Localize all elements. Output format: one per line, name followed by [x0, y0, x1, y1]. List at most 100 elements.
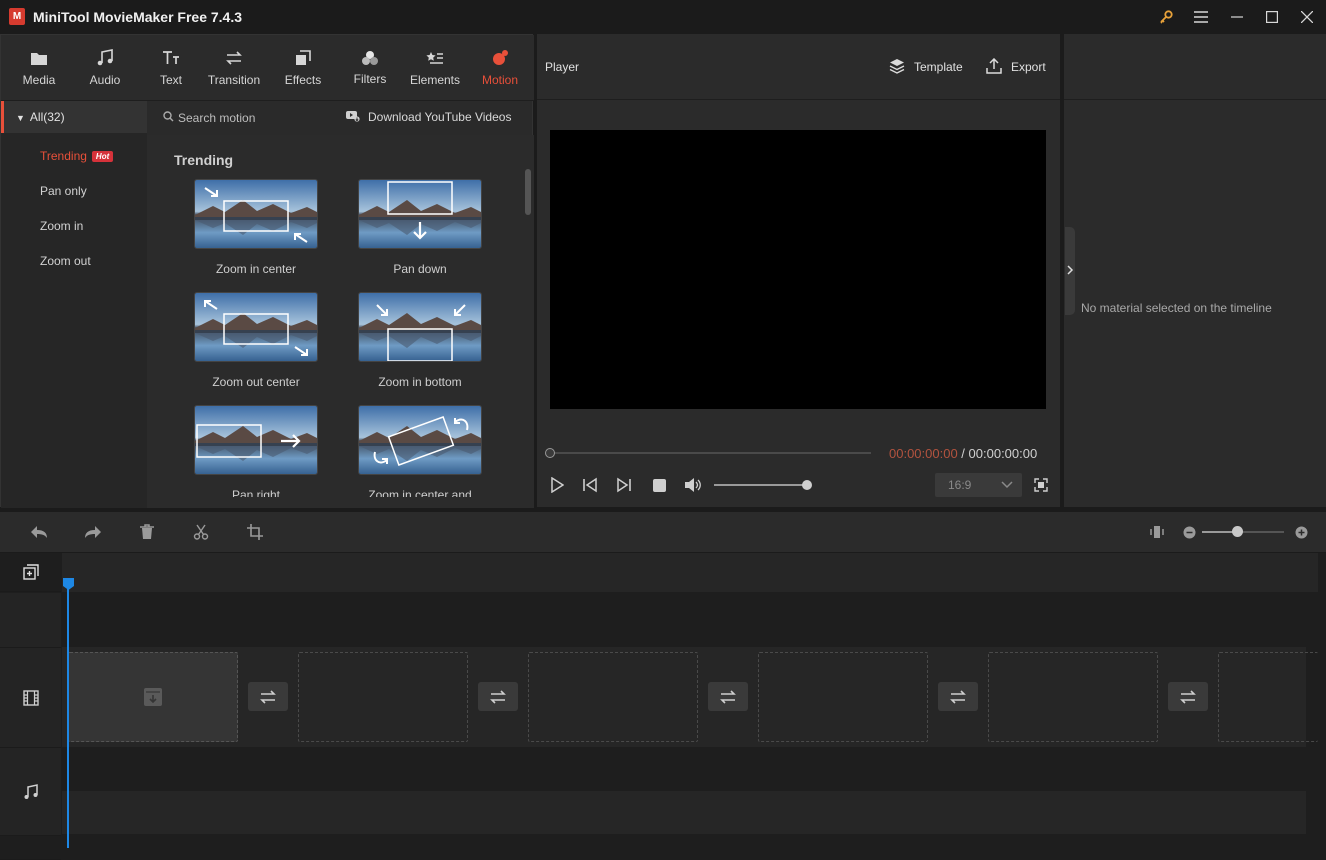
- clip-drop-zone[interactable]: [68, 652, 238, 742]
- aspect-ratio-select[interactable]: 16:9: [935, 473, 1022, 497]
- volume-handle[interactable]: [802, 480, 812, 490]
- playhead-handle[interactable]: [62, 577, 75, 591]
- swap-icon: [720, 689, 736, 704]
- aspect-ratio-value: 16:9: [948, 478, 972, 492]
- music-note-icon: [24, 783, 38, 799]
- stop-button[interactable]: [653, 479, 666, 492]
- menu-icon[interactable]: [1184, 0, 1218, 34]
- transition-slot[interactable]: [1168, 682, 1208, 711]
- player-header: Player Template Export: [537, 34, 1060, 100]
- transition-slot[interactable]: [938, 682, 978, 711]
- tab-elements-label: Elements: [409, 73, 461, 87]
- properties-panel: No material selected on the timeline: [1064, 34, 1326, 507]
- audio-track-header: [0, 748, 61, 836]
- category-all[interactable]: ▼ All(32): [1, 101, 147, 133]
- category-zoom-in[interactable]: Zoom in: [40, 219, 83, 233]
- clip-slot[interactable]: [528, 652, 698, 742]
- volume-slider[interactable]: [714, 484, 806, 486]
- key-icon[interactable]: [1149, 0, 1183, 34]
- delete-button[interactable]: [139, 524, 155, 540]
- transition-slot[interactable]: [248, 682, 288, 711]
- motion-thumb-zoom-out-center[interactable]: [194, 292, 318, 362]
- next-frame-button[interactable]: [617, 477, 631, 493]
- export-icon: [986, 58, 1002, 74]
- motion-label: Pan right: [231, 488, 281, 497]
- undo-button[interactable]: [30, 525, 48, 539]
- clip-slot[interactable]: [988, 652, 1158, 742]
- tab-text[interactable]: Text: [139, 35, 203, 101]
- tab-filters-label: Filters: [353, 72, 387, 86]
- search-bar: Search motion Download YouTube Videos: [147, 101, 534, 135]
- add-track-button[interactable]: [0, 553, 61, 592]
- chevron-right-icon: [1066, 265, 1074, 275]
- triangle-down-icon: ▼: [16, 113, 25, 123]
- swap-icon: [1180, 689, 1196, 704]
- tab-motion[interactable]: Motion: [468, 35, 532, 101]
- fit-timeline-button[interactable]: [1149, 524, 1165, 540]
- folder-icon: [7, 48, 71, 68]
- clip-slot[interactable]: [758, 652, 928, 742]
- text-icon: [139, 48, 203, 68]
- clip-slot[interactable]: [1218, 652, 1318, 742]
- tab-media[interactable]: Media: [7, 35, 71, 101]
- time-ruler[interactable]: [62, 553, 1318, 592]
- motion-thumb-zoom-in-bottom[interactable]: [358, 292, 482, 362]
- timeline-toolbar: [0, 512, 1326, 552]
- hot-badge: Hot: [91, 151, 114, 162]
- maximize-button[interactable]: [1255, 0, 1289, 34]
- zoom-in-icon[interactable]: [1295, 526, 1308, 539]
- volume-icon[interactable]: [684, 477, 702, 493]
- tab-media-label: Media: [22, 73, 56, 87]
- player-title: Player: [545, 60, 580, 74]
- category-zoom-out[interactable]: Zoom out: [40, 254, 91, 268]
- transition-slot[interactable]: [708, 682, 748, 711]
- motion-thumb-pan-down[interactable]: [358, 179, 482, 249]
- audio-track: [62, 791, 1306, 834]
- elements-icon: [403, 48, 467, 68]
- tab-audio[interactable]: Audio: [73, 35, 137, 101]
- seek-handle[interactable]: [545, 448, 555, 458]
- time-separator: /: [957, 446, 969, 461]
- tab-effects[interactable]: Effects: [271, 35, 335, 101]
- minimize-button[interactable]: [1220, 0, 1254, 34]
- category-all-label: All(32): [29, 110, 65, 124]
- close-button[interactable]: [1290, 0, 1324, 34]
- music-note-icon: [73, 48, 137, 68]
- time-display: 00:00:00:00 / 00:00:00:00: [889, 446, 1037, 461]
- split-button[interactable]: [193, 524, 209, 540]
- download-youtube-button[interactable]: Download YouTube Videos: [368, 110, 511, 124]
- scrollbar[interactable]: [525, 169, 531, 215]
- zoom-slider-fill: [1202, 531, 1236, 533]
- previous-frame-button[interactable]: [583, 477, 597, 493]
- motion-thumb-pan-right[interactable]: [194, 405, 318, 475]
- tab-transition[interactable]: Transition: [202, 35, 266, 101]
- clip-slot[interactable]: [298, 652, 468, 742]
- zoom-out-icon[interactable]: [1183, 526, 1196, 539]
- properties-header: [1064, 34, 1326, 100]
- seek-bar[interactable]: [550, 452, 871, 454]
- collapse-panel-button[interactable]: [1065, 227, 1075, 315]
- category-trending[interactable]: Trending Hot: [40, 149, 114, 163]
- youtube-download-icon: [346, 110, 360, 122]
- category-trending-label: Trending: [40, 149, 87, 163]
- redo-button[interactable]: [84, 525, 102, 539]
- category-pan-only[interactable]: Pan only: [40, 184, 87, 198]
- transition-icon: [202, 48, 266, 68]
- app-title: MiniTool MovieMaker Free 7.4.3: [33, 9, 243, 25]
- crop-button[interactable]: [247, 524, 263, 540]
- export-label: Export: [1011, 60, 1046, 74]
- template-label: Template: [914, 60, 963, 74]
- transition-slot[interactable]: [478, 682, 518, 711]
- motion-thumb-zoom-in-center-and-rotate[interactable]: [358, 405, 482, 475]
- fullscreen-button[interactable]: [1034, 478, 1048, 492]
- motion-thumb-zoom-in-center[interactable]: [194, 179, 318, 249]
- search-input[interactable]: Search motion: [178, 111, 255, 125]
- motion-label: Pan down: [393, 262, 447, 276]
- tab-filters[interactable]: Filters: [338, 35, 402, 101]
- tab-audio-label: Audio: [89, 73, 121, 87]
- tab-elements[interactable]: Elements: [403, 35, 467, 101]
- zoom-slider-handle[interactable]: [1232, 526, 1243, 537]
- video-preview: [550, 130, 1046, 409]
- tab-motion-label: Motion: [481, 73, 519, 87]
- play-button[interactable]: [550, 477, 564, 493]
